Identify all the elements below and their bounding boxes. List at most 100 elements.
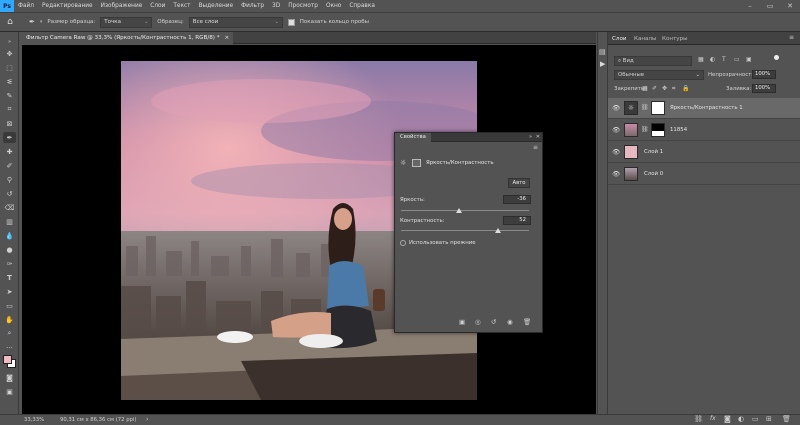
new-group-icon[interactable]: ▭ <box>752 415 759 423</box>
menu-image[interactable]: Изображение <box>97 3 147 9</box>
more-tools-icon[interactable]: ··· <box>3 342 16 353</box>
layer-filter-select[interactable]: ⌕ Вид <box>614 56 692 66</box>
tab-layers[interactable]: Слои <box>612 36 627 42</box>
move-tool-icon[interactable]: ✥ <box>3 48 16 59</box>
quick-select-tool-icon[interactable]: ✎ <box>3 90 16 101</box>
actions-play-icon[interactable]: ▶ <box>600 60 605 68</box>
sample-select[interactable]: Все слои ⌄ <box>188 16 283 28</box>
layer-row-brightness-contrast[interactable]: 👁 ☼ ⛓ Яркость/Контрастность 1 <box>608 98 800 119</box>
legacy-radio[interactable] <box>400 240 406 246</box>
clone-stamp-tool-icon[interactable]: ⚲ <box>3 174 16 185</box>
filter-adjust-icon[interactable]: ◐ <box>710 56 715 63</box>
view-previous-icon[interactable]: ◎ <box>475 318 481 326</box>
close-tab-icon[interactable]: × <box>225 35 230 41</box>
menu-edit[interactable]: Редактирование <box>38 3 97 9</box>
menu-3d[interactable]: 3D <box>268 3 284 9</box>
mask-icon[interactable] <box>412 159 421 167</box>
blur-tool-icon[interactable]: 💧 <box>3 230 16 241</box>
new-adjustment-icon[interactable]: ◐ <box>738 415 744 423</box>
panel-menu-icon[interactable]: ≡ <box>533 144 538 151</box>
collapse-toolbar-icon[interactable]: » <box>3 36 16 47</box>
blend-mode-select[interactable]: Обычные ⌄ <box>614 70 704 80</box>
minimize-icon[interactable]: – <box>740 0 760 12</box>
document-tab[interactable]: Фильтр Camera Raw @ 33,3% (Яркость/Контр… <box>22 32 234 44</box>
show-ring-checkbox[interactable] <box>287 18 295 26</box>
maximize-icon[interactable]: ▭ <box>760 0 780 12</box>
new-layer-icon[interactable]: ⊞ <box>766 415 772 423</box>
delete-icon[interactable]: 🗑 <box>523 318 531 326</box>
status-chevron-icon[interactable]: › <box>146 416 148 423</box>
zoom-level[interactable]: 33,33% <box>24 417 44 423</box>
quick-mask-icon[interactable]: ◙ <box>3 372 16 383</box>
sample-size-select[interactable]: Точка ⌄ <box>100 16 153 28</box>
lasso-tool-icon[interactable]: ᓬ <box>3 76 16 87</box>
close-window-icon[interactable]: ✕ <box>780 0 800 12</box>
tab-paths[interactable]: Контуры <box>662 36 688 42</box>
layer-mask-thumb[interactable] <box>651 123 665 137</box>
clip-to-layer-icon[interactable]: ▣ <box>459 318 465 326</box>
contrast-input[interactable]: 52 <box>503 216 531 225</box>
menu-window[interactable]: Окно <box>322 3 345 9</box>
panel-menu-icon[interactable]: ≡ <box>789 34 794 41</box>
menu-help[interactable]: Справка <box>345 3 379 9</box>
lock-all-icon[interactable]: 🔒 <box>682 85 689 92</box>
home-icon[interactable]: ⌂ <box>4 17 16 27</box>
filter-smart-icon[interactable]: ▣ <box>746 56 752 63</box>
shape-tool-icon[interactable]: ▭ <box>3 300 16 311</box>
eye-icon[interactable]: 👁 <box>612 104 620 112</box>
menu-file[interactable]: Файл <box>14 3 38 9</box>
filter-shape-icon[interactable]: ▭ <box>734 56 740 63</box>
hand-tool-icon[interactable]: ✋ <box>3 314 16 325</box>
layer-row-layer-0[interactable]: 👁 Слой 0 <box>608 164 800 185</box>
layer-row-layer-1[interactable]: 👁 Слой 1 <box>608 142 800 163</box>
path-select-tool-icon[interactable]: ➤ <box>3 286 16 297</box>
menu-view[interactable]: Просмотр <box>284 3 322 9</box>
eye-icon[interactable]: 👁 <box>612 170 620 178</box>
auto-button[interactable]: Авто <box>508 178 530 188</box>
spot-healing-tool-icon[interactable]: ✚ <box>3 146 16 157</box>
pen-tool-icon[interactable]: ✑ <box>3 258 16 269</box>
frame-tool-icon[interactable]: ⊠ <box>3 118 16 129</box>
eye-icon[interactable]: 👁 <box>612 126 620 134</box>
filter-pixel-icon[interactable]: ▦ <box>698 56 704 63</box>
lock-position-icon[interactable]: ✥ <box>662 85 667 92</box>
opacity-input[interactable]: 100% <box>752 70 776 79</box>
fx-icon[interactable]: fx <box>710 415 716 422</box>
link-layers-icon[interactable]: ⛓ <box>694 415 703 423</box>
lock-artboard-icon[interactable]: ⌗ <box>672 85 675 93</box>
properties-tab[interactable]: Свойства <box>395 133 431 142</box>
brightness-slider-track[interactable] <box>401 210 529 211</box>
foreground-color-swatch[interactable] <box>3 355 12 364</box>
menu-filter[interactable]: Фильтр <box>237 3 268 9</box>
crop-tool-icon[interactable]: ⌗ <box>3 104 16 115</box>
add-mask-icon[interactable]: ◙ <box>724 415 731 423</box>
lock-transparent-icon[interactable]: ▦ <box>642 85 648 92</box>
close-panel-icon[interactable]: ✕ <box>536 133 540 142</box>
layer-mask-thumb[interactable] <box>651 101 665 115</box>
collapse-panel-icon[interactable]: » <box>529 133 532 142</box>
eyedropper-tool-icon[interactable]: ✒ <box>29 18 35 26</box>
contrast-slider-track[interactable] <box>401 230 529 231</box>
brush-tool-icon[interactable]: ✐ <box>3 160 16 171</box>
zoom-tool-icon[interactable]: ⌕ <box>3 328 16 339</box>
eye-icon[interactable]: 👁 <box>612 148 620 156</box>
layer-row-11854[interactable]: 👁 ⛓ 11854 <box>608 120 800 141</box>
tab-channels[interactable]: Каналы <box>634 36 656 42</box>
brightness-slider-thumb[interactable] <box>456 208 463 213</box>
menu-type[interactable]: Текст <box>169 3 194 9</box>
filter-type-icon[interactable]: T <box>722 56 726 63</box>
visibility-icon[interactable]: ◉ <box>507 318 513 326</box>
type-tool-icon[interactable]: T <box>3 272 16 283</box>
history-brush-tool-icon[interactable]: ↺ <box>3 188 16 199</box>
marquee-tool-icon[interactable]: ⬚ <box>3 62 16 73</box>
menu-select[interactable]: Выделение <box>195 3 238 9</box>
delete-layer-icon[interactable]: 🗑 <box>782 415 791 423</box>
menu-layers[interactable]: Слои <box>146 3 169 9</box>
contrast-slider-thumb[interactable] <box>495 228 502 233</box>
eyedropper-tool-icon[interactable]: ✒ <box>3 132 16 143</box>
brightness-input[interactable]: -36 <box>503 195 531 204</box>
eraser-tool-icon[interactable]: ⌫ <box>3 202 16 213</box>
fill-input[interactable]: 100% <box>752 84 776 93</box>
screen-mode-icon[interactable]: ▣ <box>3 386 16 397</box>
lock-pixels-icon[interactable]: ✐ <box>652 85 657 92</box>
